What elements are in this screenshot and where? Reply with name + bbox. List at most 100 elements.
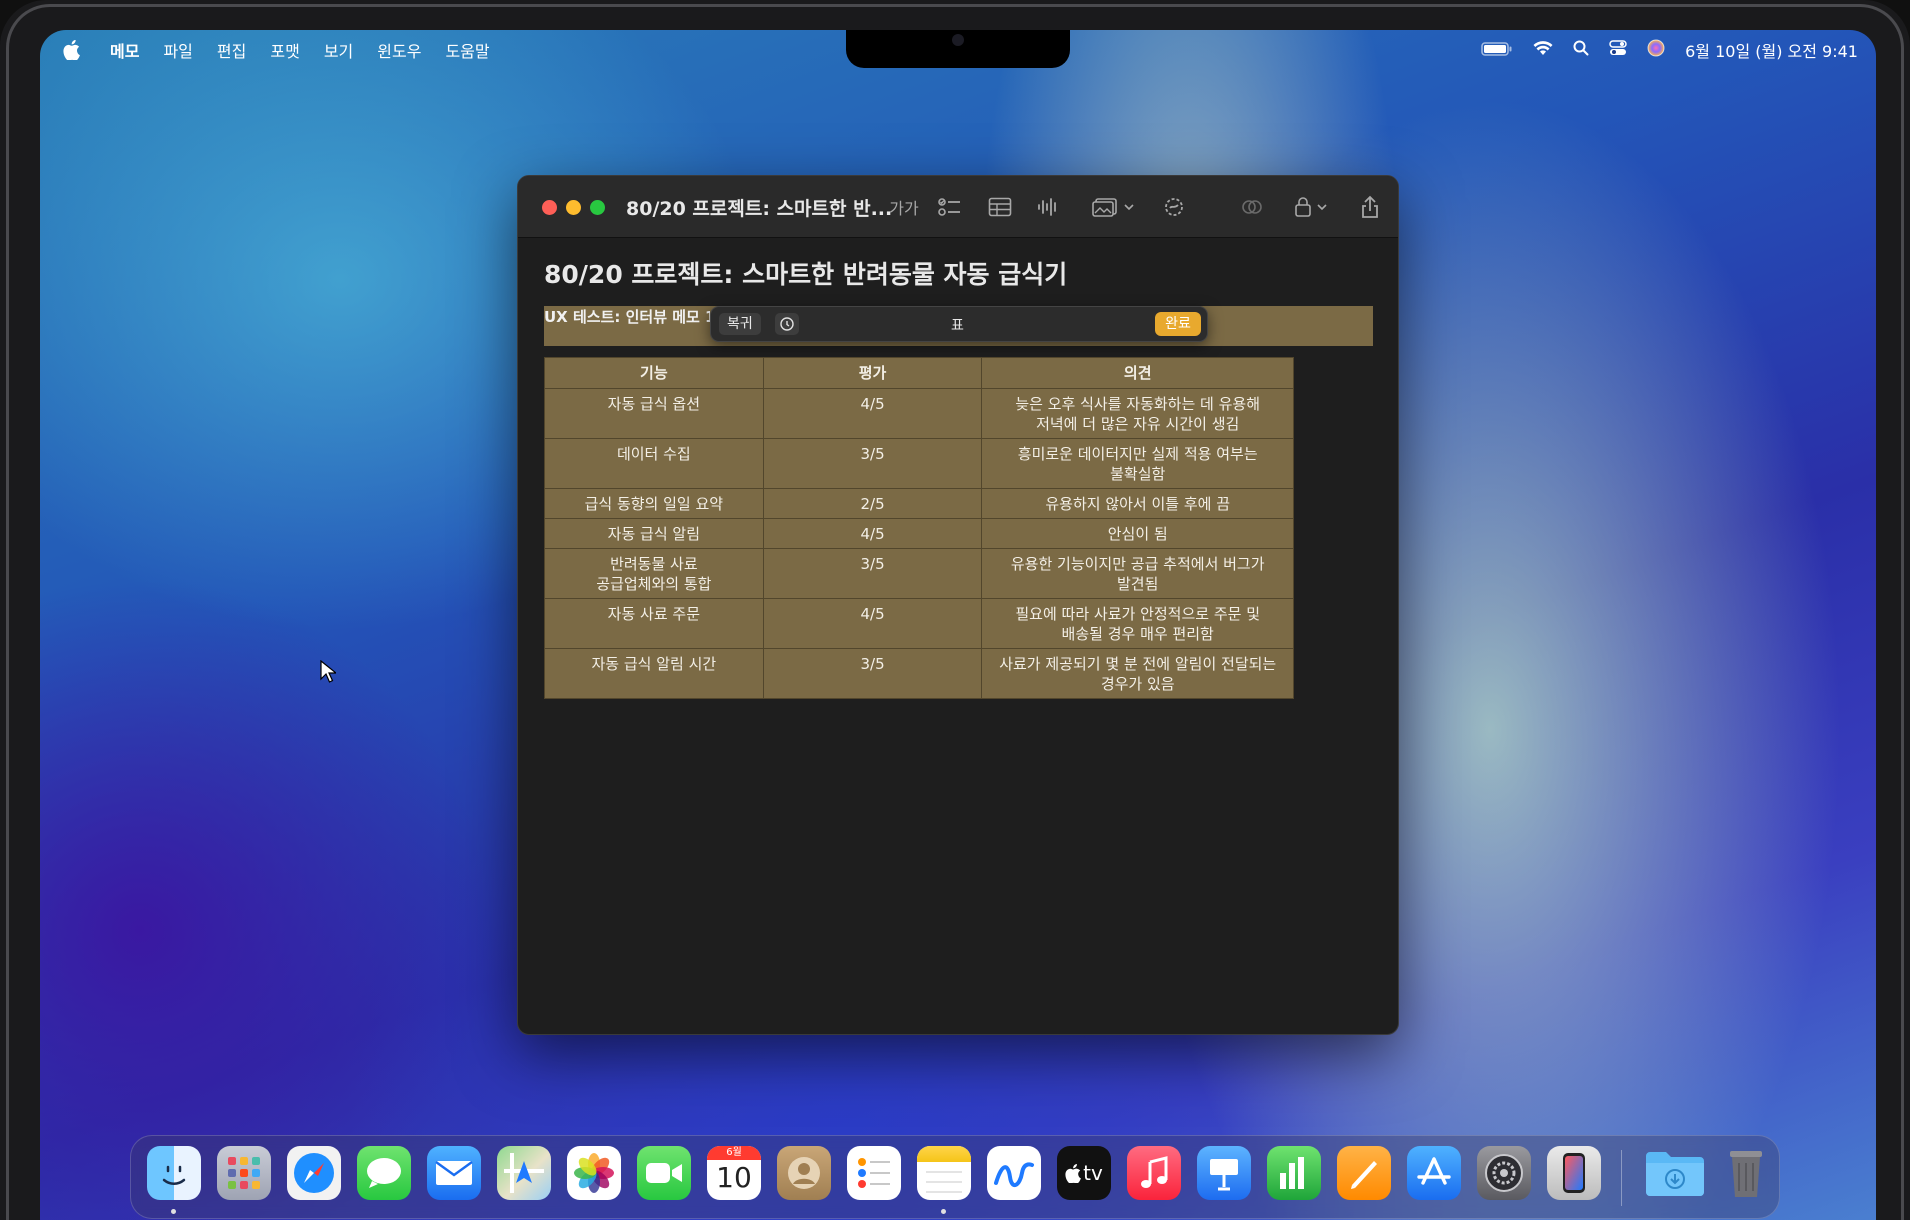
notes-icon-band: [917, 1146, 971, 1162]
highlight-toolbar: 복귀 표 완료: [710, 306, 1208, 342]
notes-icon[interactable]: [917, 1146, 971, 1200]
safari-icon[interactable]: [287, 1146, 341, 1200]
calendar-icon[interactable]: 6월 10: [707, 1146, 761, 1200]
media-insert-icon[interactable]: [1090, 194, 1138, 220]
table-header-rating[interactable]: 평가: [762, 357, 983, 389]
freeform-icon[interactable]: [987, 1146, 1041, 1200]
table-cell-comment[interactable]: 사료가 제공되기 몇 분 전에 알림이 전달되는 경우가 있음: [981, 648, 1294, 699]
table-cell-comment[interactable]: 유용한 기능이지만 공급 추적에서 버그가 발견됨: [981, 548, 1294, 599]
table-row[interactable]: 자동 급식 알림 4/5 안심이 됨: [544, 518, 1294, 549]
table-cell-feature[interactable]: 반려동물 사료 공급업체와의 통합: [544, 548, 764, 599]
audio-waveform-icon[interactable]: [1034, 194, 1062, 220]
table-cell-comment[interactable]: 늦은 오후 식사를 자동화하는 데 유용해 저녁에 더 많은 자유 시간이 생김: [981, 388, 1294, 439]
restore-version-icon[interactable]: [775, 313, 799, 335]
table-cell-rating[interactable]: 2/5: [762, 488, 983, 519]
share-icon[interactable]: [1356, 194, 1384, 220]
maps-icon[interactable]: [497, 1146, 551, 1200]
table-cell-comment[interactable]: 안심이 됨: [981, 518, 1294, 549]
dock: 6월 10 tv: [130, 1135, 1780, 1219]
menu-app-name[interactable]: 메모: [110, 38, 139, 62]
note-subheading[interactable]: UX 테스트: 인터뷰 메모 12: [544, 306, 710, 327]
done-button[interactable]: 완료: [1155, 312, 1201, 336]
collaborate-icon[interactable]: [1160, 194, 1188, 220]
app-store-icon[interactable]: [1407, 1146, 1461, 1200]
table-cell-comment[interactable]: 필요에 따라 사료가 안정적으로 주문 및 배송될 경우 매우 편리함: [981, 598, 1294, 649]
reminders-icon[interactable]: [847, 1146, 901, 1200]
table-cell-rating[interactable]: 4/5: [762, 598, 983, 649]
facetime-icon[interactable]: [637, 1146, 691, 1200]
menu-help[interactable]: 도움말: [445, 38, 489, 62]
trash-icon[interactable]: [1719, 1146, 1773, 1200]
table-cell-feature[interactable]: 급식 동향의 일일 요약: [544, 488, 764, 519]
siri-icon[interactable]: [1647, 39, 1665, 61]
photos-icon[interactable]: [567, 1146, 621, 1200]
numbers-icon[interactable]: [1267, 1146, 1321, 1200]
spotlight-search-icon[interactable]: [1573, 40, 1589, 60]
messages-icon[interactable]: [357, 1146, 411, 1200]
iphone-mirroring-icon[interactable]: [1547, 1146, 1601, 1200]
table-row[interactable]: 자동 급식 알림 시간 3/5 사료가 제공되기 몇 분 전에 알림이 전달되는 경…: [544, 648, 1294, 699]
table-cell-feature[interactable]: 데이터 수집: [544, 438, 764, 489]
lock-icon[interactable]: [1290, 194, 1334, 220]
calendar-day: 10: [716, 1161, 752, 1194]
note-title[interactable]: 80/20 프로젝트: 스마트한 반려동물 자동 급식기: [544, 255, 1067, 291]
feature-rating-table[interactable]: 기능 평가 의견 자동 급식 옵션 4/5 늦은 오후 식사를 자동화하는 데 유용…: [544, 357, 1294, 699]
wifi-icon[interactable]: [1533, 40, 1553, 60]
share-link-icon: [1238, 194, 1266, 220]
mail-icon[interactable]: [427, 1146, 481, 1200]
apple-menu-icon[interactable]: [62, 40, 80, 60]
table-header-feature[interactable]: 기능: [544, 357, 764, 389]
menu-clock[interactable]: 6월 10일 (월) 오전 9:41: [1685, 38, 1858, 62]
status-area: 6월 10일 (월) 오전 9:41: [1481, 30, 1858, 70]
checklist-icon[interactable]: [936, 194, 964, 220]
toolbar-label: 표: [951, 318, 964, 334]
table-header-comment[interactable]: 의견: [981, 357, 1294, 389]
table-header-row: 기능 평가 의견: [544, 357, 1294, 389]
system-settings-icon[interactable]: [1477, 1146, 1531, 1200]
table-cell-rating[interactable]: 4/5: [762, 388, 983, 439]
notes-running-indicator: [941, 1209, 946, 1214]
mouse-pointer-icon: [320, 659, 338, 688]
dock-separator: [1621, 1150, 1622, 1206]
table-cell-rating[interactable]: 3/5: [762, 438, 983, 489]
calendar-month: 6월: [707, 1146, 761, 1160]
table-cell-feature[interactable]: 자동 급식 알림: [544, 518, 764, 549]
music-icon[interactable]: [1127, 1146, 1181, 1200]
contacts-icon[interactable]: [777, 1146, 831, 1200]
menu-view[interactable]: 보기: [324, 38, 353, 62]
battery-icon[interactable]: [1481, 41, 1513, 60]
table-row[interactable]: 자동 급식 옵션 4/5 늦은 오후 식사를 자동화하는 데 유용해 저녁에 더 많…: [544, 388, 1294, 439]
camera-icon: [952, 34, 964, 46]
table-cell-rating[interactable]: 3/5: [762, 548, 983, 599]
revert-button[interactable]: 복귀: [719, 313, 761, 335]
launchpad-icon[interactable]: [217, 1146, 271, 1200]
table-cell-comment[interactable]: 흥미로운 데이터지만 실제 적용 여부는 불확실함: [981, 438, 1294, 489]
format-text-button[interactable]: 가가: [886, 194, 922, 220]
table-icon[interactable]: [986, 194, 1014, 220]
table-row[interactable]: 급식 동향의 일일 요약 2/5 유용하지 않아서 이틀 후에 끔: [544, 488, 1294, 519]
control-center-icon[interactable]: [1609, 40, 1627, 60]
apple-tv-icon[interactable]: tv: [1057, 1146, 1111, 1200]
downloads-folder-icon[interactable]: [1643, 1146, 1707, 1200]
table-cell-feature[interactable]: 자동 급식 알림 시간: [544, 648, 764, 699]
table-cell-feature[interactable]: 자동 사료 주문: [544, 598, 764, 649]
menu-file[interactable]: 파일: [163, 38, 192, 62]
table-row[interactable]: 자동 사료 주문 4/5 필요에 따라 사료가 안정적으로 주문 및 배송될 경우 …: [544, 598, 1294, 649]
table-cell-comment[interactable]: 유용하지 않아서 이틀 후에 끔: [981, 488, 1294, 519]
table-cell-rating[interactable]: 3/5: [762, 648, 983, 699]
tv-label: tv: [1083, 1161, 1103, 1185]
menu-window[interactable]: 윈도우: [377, 38, 421, 62]
finder-icon[interactable]: [147, 1146, 201, 1200]
menu-format[interactable]: 포맷: [270, 38, 299, 62]
minimize-button[interactable]: [566, 200, 581, 215]
pages-icon[interactable]: [1337, 1146, 1391, 1200]
table-row[interactable]: 데이터 수집 3/5 흥미로운 데이터지만 실제 적용 여부는 불확실함: [544, 438, 1294, 489]
zoom-button[interactable]: [590, 200, 605, 215]
table-cell-rating[interactable]: 4/5: [762, 518, 983, 549]
window-title: 80/20 프로젝트: 스마트한 반...: [626, 198, 893, 220]
table-cell-feature[interactable]: 자동 급식 옵션: [544, 388, 764, 439]
close-button[interactable]: [542, 200, 557, 215]
table-row[interactable]: 반려동물 사료 공급업체와의 통합 3/5 유용한 기능이지만 공급 추적에서 버그…: [544, 548, 1294, 599]
keynote-icon[interactable]: [1197, 1146, 1251, 1200]
menu-edit[interactable]: 편집: [217, 38, 246, 62]
